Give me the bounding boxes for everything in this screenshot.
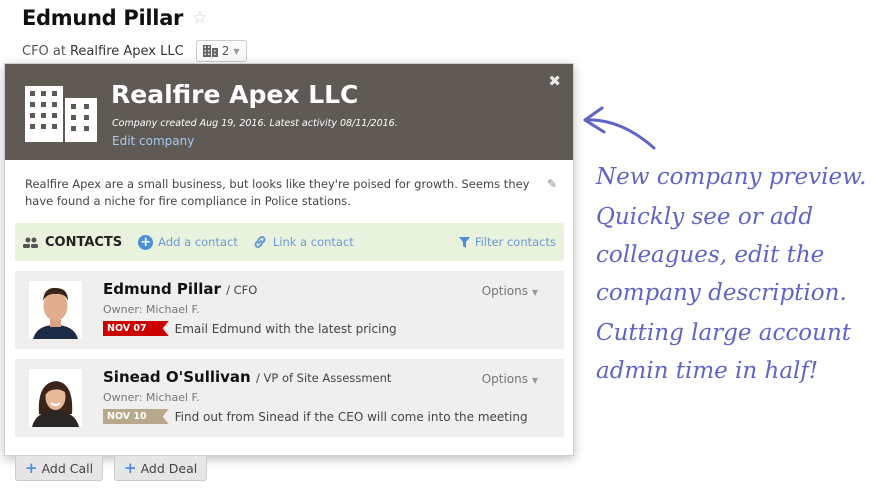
company-link[interactable]: Realfire Apex LLC	[70, 44, 184, 59]
task-text: Find out from Sinead if the CEO will com…	[174, 409, 528, 424]
plus-icon: +	[25, 459, 38, 477]
annotation-line: Cutting large account admin time in half…	[596, 320, 851, 384]
add-contact-link[interactable]: + Add a contact	[138, 234, 238, 250]
annotation-arrow-icon	[583, 106, 656, 150]
add-call-button[interactable]: + Add Call	[15, 456, 104, 481]
annotation-note: New company preview. Quickly see or add …	[596, 158, 876, 392]
options-label: Options	[481, 284, 529, 298]
contact-name-line[interactable]: Edmund Pillar / CFO	[103, 280, 257, 298]
contact-title: / CFO	[226, 283, 258, 297]
company-preview-popover: Realfire Apex LLC Company created Aug 19…	[4, 63, 574, 456]
close-icon[interactable]: ✖	[548, 72, 561, 90]
contact-owner: Owner: Michael F.	[103, 303, 200, 316]
add-deal-label: Add Deal	[140, 460, 198, 476]
people-icon	[23, 237, 38, 248]
person-name: Edmund Pillar	[22, 6, 184, 30]
add-call-label: Add Call	[41, 460, 94, 476]
plus-icon: +	[124, 459, 137, 477]
contact-card[interactable]: Sinead O'Sullivan / VP of Site Assessmen…	[15, 359, 564, 437]
task-date-badge: NOV 07	[103, 321, 169, 336]
star-icon[interactable]: ☆	[192, 8, 207, 28]
contact-name[interactable]: Sinead O'Sullivan	[103, 368, 251, 386]
chevron-down-icon: ▼	[531, 288, 538, 297]
link-icon	[254, 236, 266, 248]
page-header: Edmund Pillar ☆	[22, 6, 207, 30]
chevron-down-icon: ▼	[531, 376, 538, 385]
companies-count: 2	[221, 44, 230, 58]
contact-name[interactable]: Edmund Pillar	[103, 280, 221, 298]
plus-circle-icon: +	[138, 234, 154, 250]
company-title: Realfire Apex LLC	[111, 80, 359, 109]
contact-task[interactable]: NOV 10 Find out from Sinead if the CEO w…	[103, 409, 528, 424]
link-contact-label: Link a contact	[272, 235, 354, 249]
building-icon	[202, 45, 218, 57]
options-label: Options	[481, 372, 529, 386]
chevron-down-icon: ▼	[233, 46, 240, 56]
contact-owner: Owner: Michael F.	[103, 391, 200, 404]
avatar	[29, 369, 82, 427]
contact-title: / VP of Site Assessment	[255, 371, 392, 385]
companies-dropdown[interactable]: 2 ▼	[195, 40, 247, 62]
role-prefix: CFO at	[22, 43, 66, 59]
add-deal-button[interactable]: + Add Deal	[114, 456, 208, 481]
contacts-bar: CONTACTS + Add a contact Link a contact …	[15, 223, 564, 261]
popover-header: Realfire Apex LLC Company created Aug 19…	[5, 64, 573, 160]
options-dropdown[interactable]: Options ▼	[482, 372, 538, 386]
annotation-line: New company preview.	[596, 164, 867, 190]
company-description[interactable]: Realfire Apex are a small business, but …	[25, 176, 535, 210]
contact-name-line[interactable]: Sinead O'Sullivan / VP of Site Assessmen…	[103, 368, 391, 386]
contacts-label: CONTACTS	[45, 234, 123, 250]
task-text: Email Edmund with the latest pricing	[174, 321, 397, 336]
contact-card[interactable]: Edmund Pillar / CFO Owner: Michael F. NO…	[15, 271, 564, 349]
annotation-line: Quickly see or add colleagues, edit the …	[596, 204, 847, 306]
filter-contacts-link[interactable]: Filter contacts	[458, 235, 556, 249]
link-contact-link[interactable]: Link a contact	[252, 234, 354, 250]
edit-company-link[interactable]: Edit company	[112, 134, 194, 148]
avatar	[29, 281, 82, 339]
company-created-text: Company created Aug 19, 2016. Latest act…	[112, 118, 398, 129]
filter-icon	[458, 236, 470, 248]
add-contact-label: Add a contact	[158, 235, 238, 249]
contact-task[interactable]: NOV 07 Email Edmund with the latest pric…	[103, 321, 397, 336]
task-date-badge: NOV 10	[103, 409, 169, 424]
options-dropdown[interactable]: Options ▼	[482, 284, 538, 298]
company-building-icon	[25, 86, 97, 142]
filter-contacts-label: Filter contacts	[474, 235, 556, 249]
pencil-icon[interactable]: ✎	[547, 177, 557, 191]
person-subline: CFO at Realfire Apex LLC 2 ▼	[22, 40, 247, 62]
